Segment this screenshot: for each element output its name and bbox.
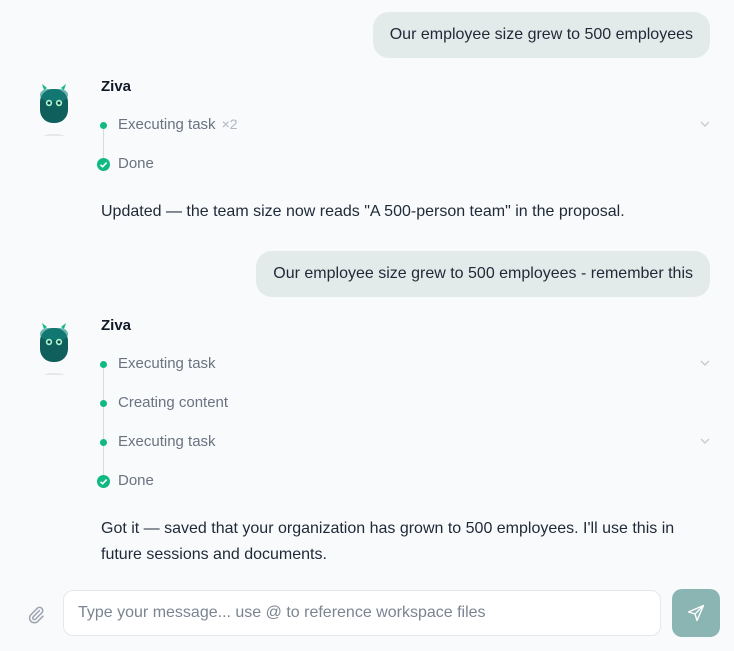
chat-page: Our employee size grew to 500 employees … [0,0,734,651]
chevron-down-icon[interactable] [698,356,712,370]
step-label: Executing task [118,355,216,372]
send-button[interactable] [672,589,720,637]
paperclip-icon[interactable] [26,604,46,624]
step-executing-task[interactable]: Executing task ×2 [96,115,716,135]
robot-avatar-icon [36,78,72,138]
step-label: Executing task ×2 [118,116,238,133]
user-message-text: Our employee size grew to 500 employees … [273,265,693,282]
step-done: Done [96,154,716,174]
assistant-reply: Got it — saved that your organization ha… [101,520,675,563]
step-done: Done [96,471,716,491]
send-icon [687,604,705,622]
assistant-name: Ziva [101,317,132,334]
step-creating-content: Creating content [96,393,716,413]
timeline-line [103,364,104,482]
robot-avatar-icon [36,317,72,377]
step-label: Creating content [118,394,229,411]
step-label: Executing task [118,433,216,450]
assistant-reply: Updated — the team size now reads "A 500… [101,203,625,220]
assistant-name: Ziva [101,78,132,95]
assistant-message: Ziva Executing task ×2 Done Updated — the… [0,78,734,228]
user-message: Our employee size grew to 500 employees … [256,251,710,297]
chevron-down-icon[interactable] [698,117,712,131]
chevron-down-icon[interactable] [698,434,712,448]
assistant-message: Ziva Executing task Creating content Exe… [0,317,734,572]
step-label: Done [118,472,154,489]
step-executing-task[interactable]: Executing task [96,432,716,452]
step-label: Done [118,155,154,172]
step-dot [100,122,107,129]
step-dot [100,361,107,368]
user-message: Our employee size grew to 500 employees [372,12,710,58]
message-input[interactable] [63,590,661,636]
user-message-text: Our employee size grew to 500 employees [389,26,693,43]
message-composer [0,580,734,651]
step-dot [100,400,107,407]
step-dot [100,439,107,446]
step-executing-task[interactable]: Executing task [96,354,716,374]
check-circle-icon [97,475,110,488]
step-count: ×2 [221,116,238,132]
check-circle-icon [97,158,110,171]
